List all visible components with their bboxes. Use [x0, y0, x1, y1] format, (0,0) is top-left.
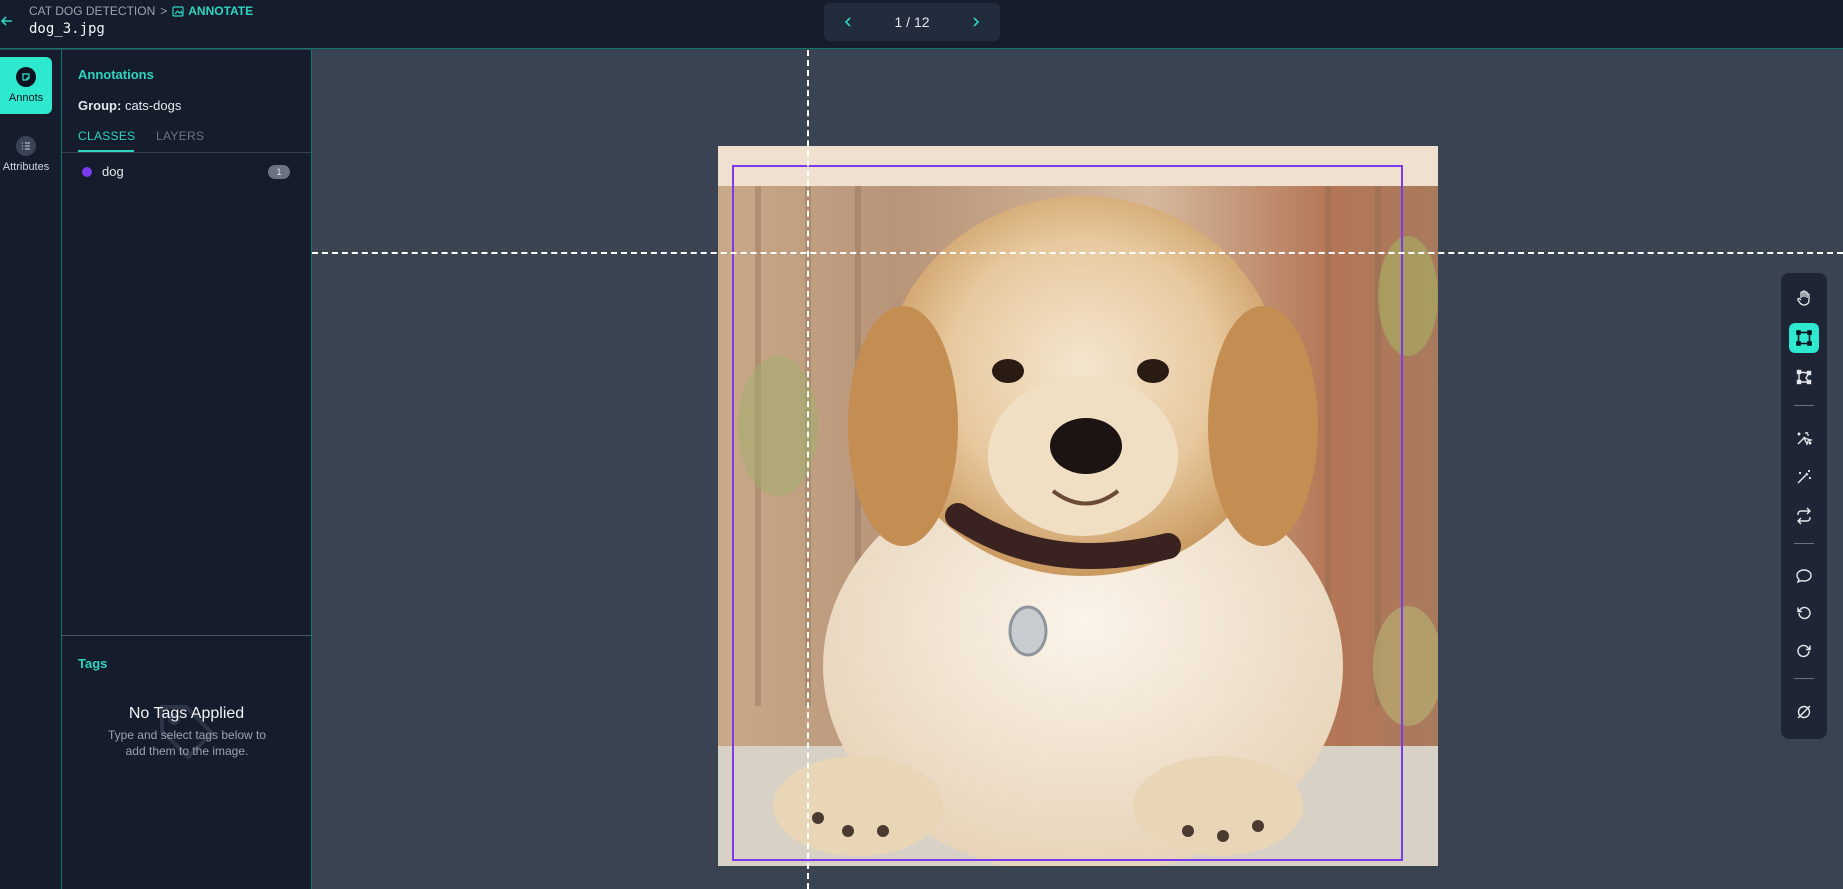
panel-title: Annotations: [78, 67, 154, 82]
pan-tool[interactable]: [1789, 283, 1819, 313]
magic-select-icon: [1797, 432, 1813, 446]
breadcrumb-current: ANNOTATE: [172, 4, 253, 18]
tags-divider: [62, 635, 311, 636]
comment-icon: [1796, 569, 1812, 584]
repeat-icon: [1797, 507, 1811, 525]
convert-tool[interactable]: [1789, 501, 1819, 531]
image-pager: 1 / 12: [824, 3, 1000, 41]
bounding-box-dog[interactable]: [732, 165, 1403, 861]
polygon-icon: [1796, 369, 1812, 385]
rail-item-attributes-label: Attributes: [2, 161, 50, 173]
bbox-tool[interactable]: [1789, 323, 1819, 353]
tab-classes[interactable]: CLASSES: [78, 129, 135, 143]
polygon-tool[interactable]: [1789, 362, 1819, 392]
breadcrumb: CAT DOG DETECTION > ANNOTATE: [29, 4, 253, 18]
undo-icon: [1797, 606, 1811, 620]
group-info: Group: cats-dogs: [78, 98, 181, 113]
redo-tool[interactable]: [1789, 636, 1819, 666]
magic-wand-tool[interactable]: [1789, 462, 1819, 492]
null-tool[interactable]: [1789, 697, 1819, 727]
class-name: dog: [102, 164, 124, 179]
top-bar: CAT DOG DETECTION > ANNOTATE dog_3.jpg 1…: [0, 0, 1843, 49]
file-name: dog_3.jpg: [29, 21, 105, 37]
class-color-dot: [82, 167, 92, 177]
left-rail: Annots Attributes: [0, 50, 62, 889]
redo-icon: [1797, 644, 1811, 658]
arrow-left-icon: [0, 16, 12, 26]
rail-item-annots[interactable]: Annots: [0, 57, 52, 114]
group-label: Group:: [78, 98, 122, 113]
rail-item-attributes[interactable]: Attributes: [0, 126, 52, 183]
tags-empty-state: No Tags Applied Type and select tags bel…: [62, 705, 311, 760]
next-image-button[interactable]: [970, 16, 982, 28]
annotation-canvas[interactable]: [312, 50, 1843, 889]
magic-wand-icon: [1797, 470, 1811, 484]
tab-layers[interactable]: LAYERS: [156, 129, 204, 143]
active-tab-indicator: [78, 150, 134, 152]
null-icon: [1797, 705, 1811, 719]
panel-tabs: CLASSES LAYERS: [62, 123, 311, 153]
rail-item-annots-label: Annots: [8, 92, 44, 104]
crosshair-horizontal: [312, 252, 1843, 254]
breadcrumb-separator: >: [160, 4, 168, 18]
crosshair-vertical: [807, 50, 809, 889]
bounding-box-icon: [1796, 330, 1812, 346]
class-count-badge: 1: [268, 165, 290, 179]
class-item-dog[interactable]: dog 1: [62, 160, 311, 184]
toolbar-divider: [1794, 543, 1814, 544]
previous-image-button[interactable]: [842, 16, 854, 28]
tags-empty-title: No Tags Applied: [128, 705, 245, 722]
tags-empty-text: Type and select tags below to add them t…: [107, 728, 267, 758]
tags-title: Tags: [78, 656, 108, 671]
back-button[interactable]: [0, 10, 14, 32]
annotations-panel: Annotations Group: cats-dogs CLASSES LAY…: [62, 50, 312, 889]
toolbar-divider: [1794, 405, 1814, 406]
comment-tool[interactable]: [1789, 561, 1819, 591]
group-value: cats-dogs: [124, 98, 182, 113]
chevron-left-icon: [844, 17, 851, 27]
toolbar-divider: [1794, 678, 1814, 679]
tool-palette: [1781, 273, 1827, 739]
annotate-icon: [172, 5, 184, 17]
image-counter: 1 / 12: [894, 14, 930, 30]
breadcrumb-current-label: ANNOTATE: [188, 4, 254, 18]
auto-select-tool[interactable]: [1789, 423, 1819, 453]
annotation-icon: [16, 67, 36, 87]
list-icon: [16, 136, 36, 156]
breadcrumb-project[interactable]: CAT DOG DETECTION: [29, 4, 155, 18]
undo-tool[interactable]: [1789, 598, 1819, 628]
chevron-right-icon: [973, 17, 980, 27]
hand-icon: [1797, 290, 1810, 306]
